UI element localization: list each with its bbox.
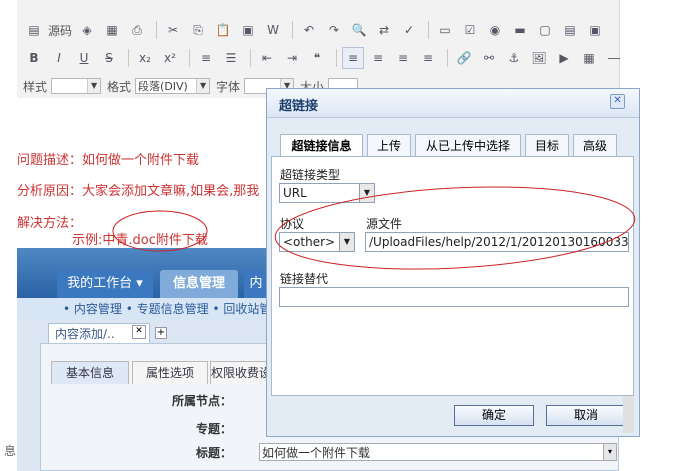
annotation-ellipse-dialog: [274, 186, 636, 270]
annotation-layer: [112, 186, 636, 270]
annotation-ellipse-sample: [112, 210, 208, 252]
